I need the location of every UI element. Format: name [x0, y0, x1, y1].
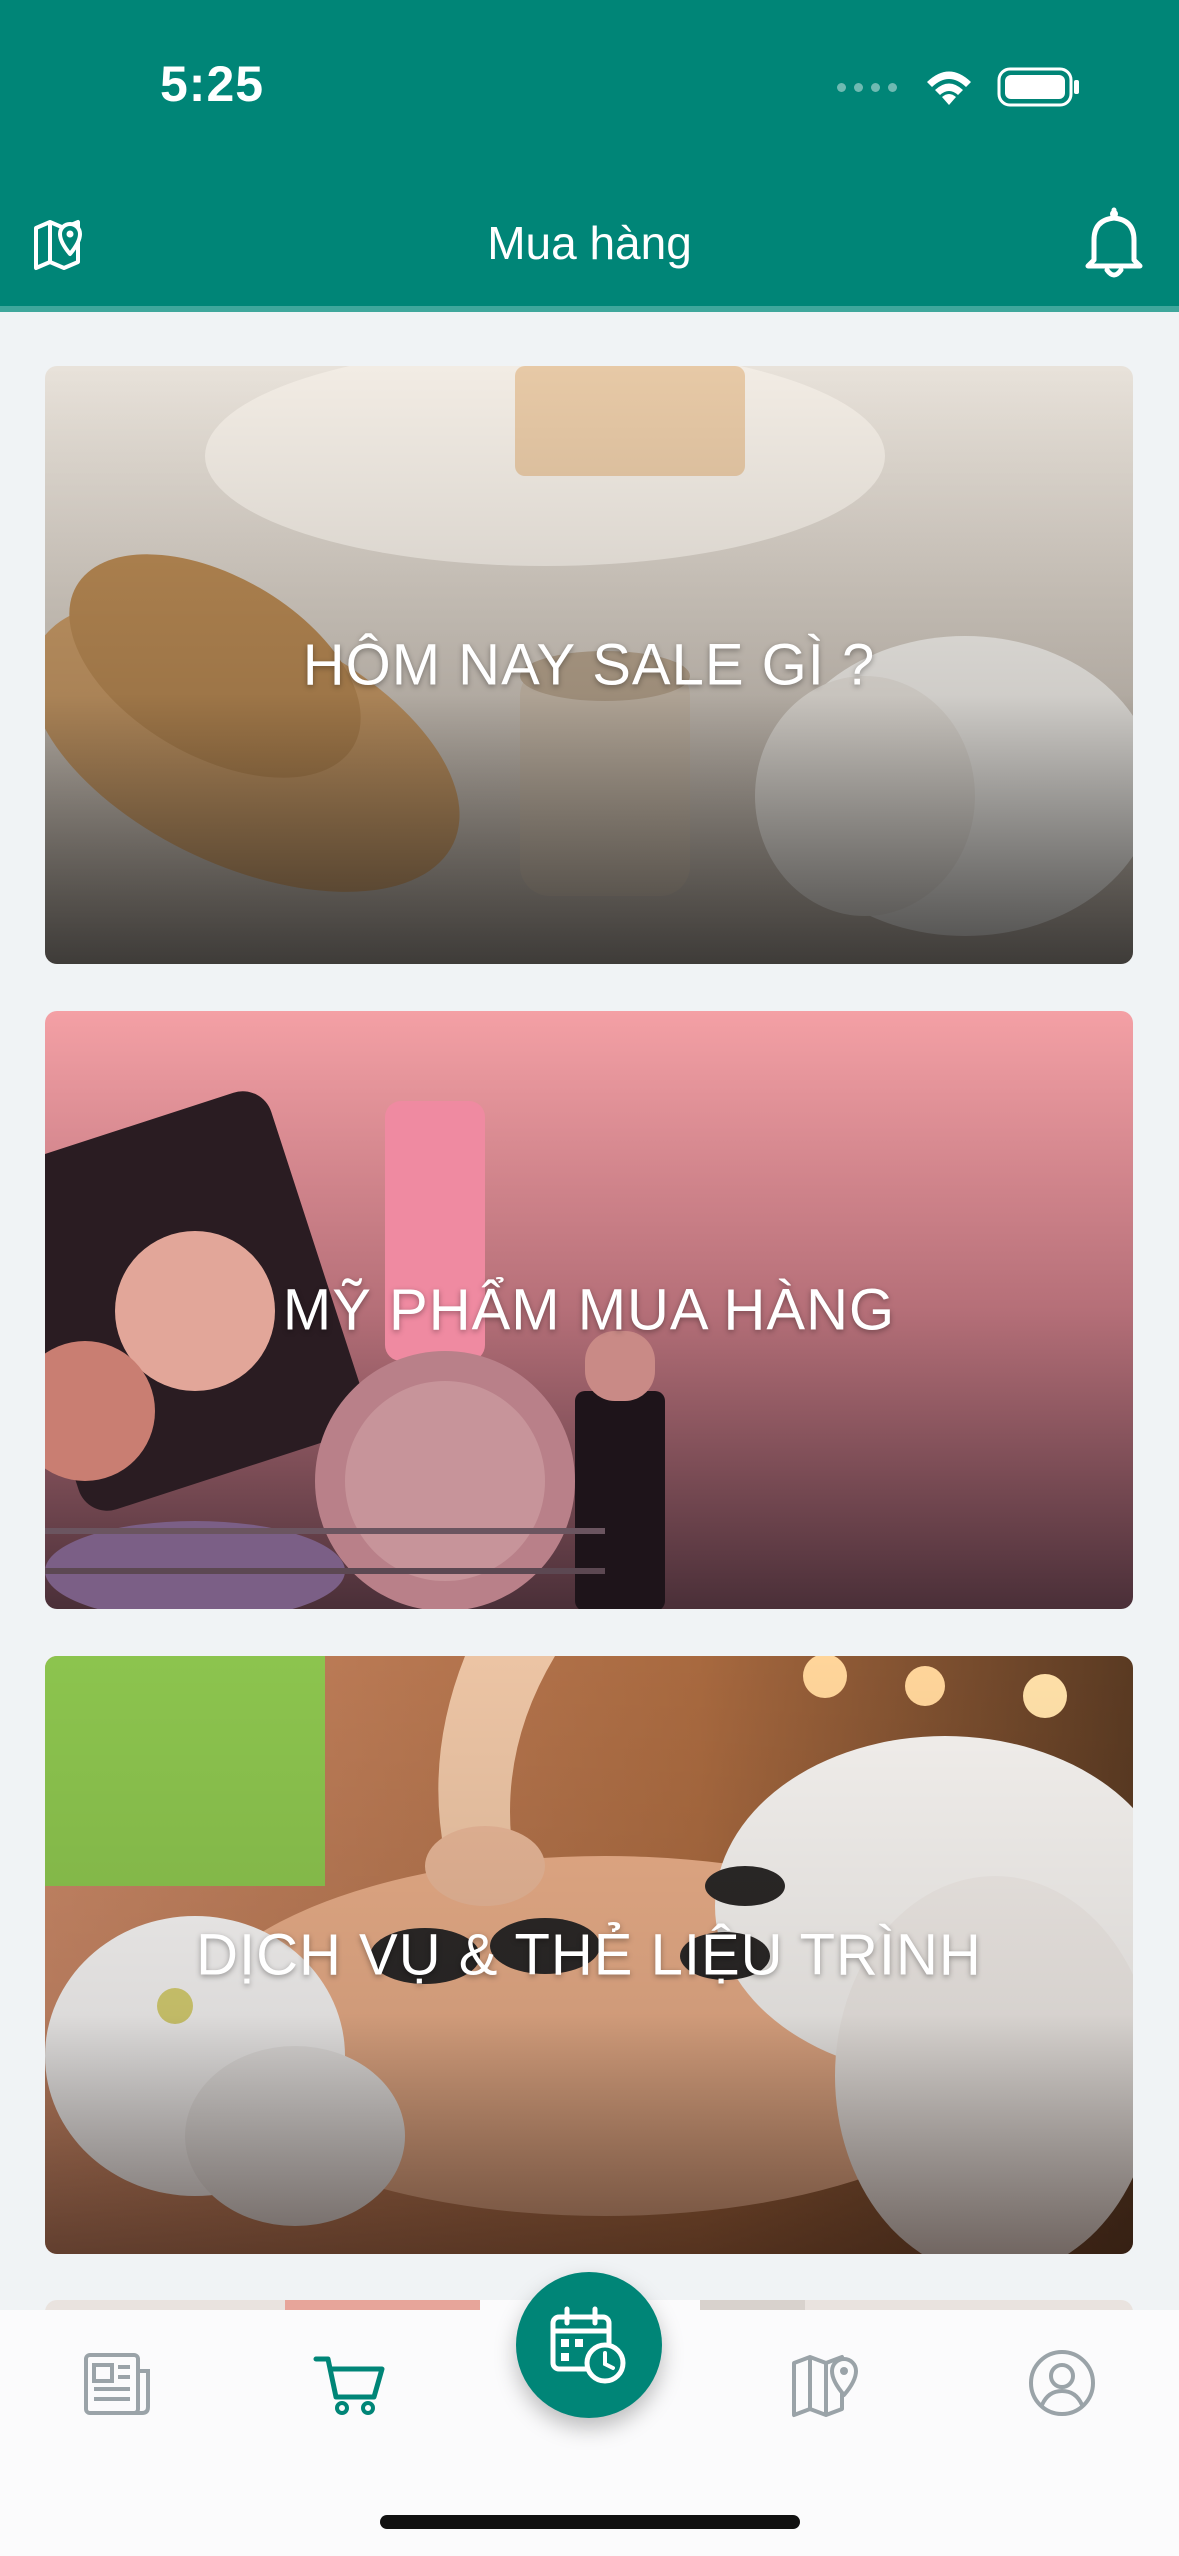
- card-title: HÔM NAY SALE GÌ ?: [302, 632, 876, 698]
- cosmetics-card[interactable]: MỸ PHẨM MUA HÀNG: [45, 1011, 1133, 1609]
- page-title: Mua hàng: [487, 217, 692, 269]
- status-icons: [837, 62, 1081, 112]
- home-indicator[interactable]: [380, 2515, 800, 2529]
- status-time: 5:25: [160, 56, 265, 112]
- bell-icon[interactable]: [1079, 206, 1149, 282]
- battery-icon: [997, 67, 1079, 107]
- newspaper-icon[interactable]: [80, 2345, 156, 2421]
- booking-button[interactable]: [516, 2272, 662, 2418]
- app-header: 5:25 Mua hàng: [0, 0, 1179, 312]
- cart-icon[interactable]: [312, 2345, 388, 2421]
- services-card[interactable]: DỊCH VỤ & THẺ LIỆU TRÌNH: [45, 1656, 1133, 2254]
- cellular-signal-icon: [837, 82, 897, 92]
- calendar-clock-icon: [550, 2306, 626, 2384]
- card-title: DỊCH VỤ & THẺ LIỆU TRÌNH: [196, 1922, 982, 1988]
- wifi-icon: [927, 71, 971, 105]
- account-icon[interactable]: [1024, 2345, 1100, 2421]
- card-title: MỸ PHẨM MUA HÀNG: [282, 1277, 896, 1343]
- map-icon[interactable]: [788, 2345, 864, 2421]
- sale-today-card[interactable]: HÔM NAY SALE GÌ ?: [45, 366, 1133, 964]
